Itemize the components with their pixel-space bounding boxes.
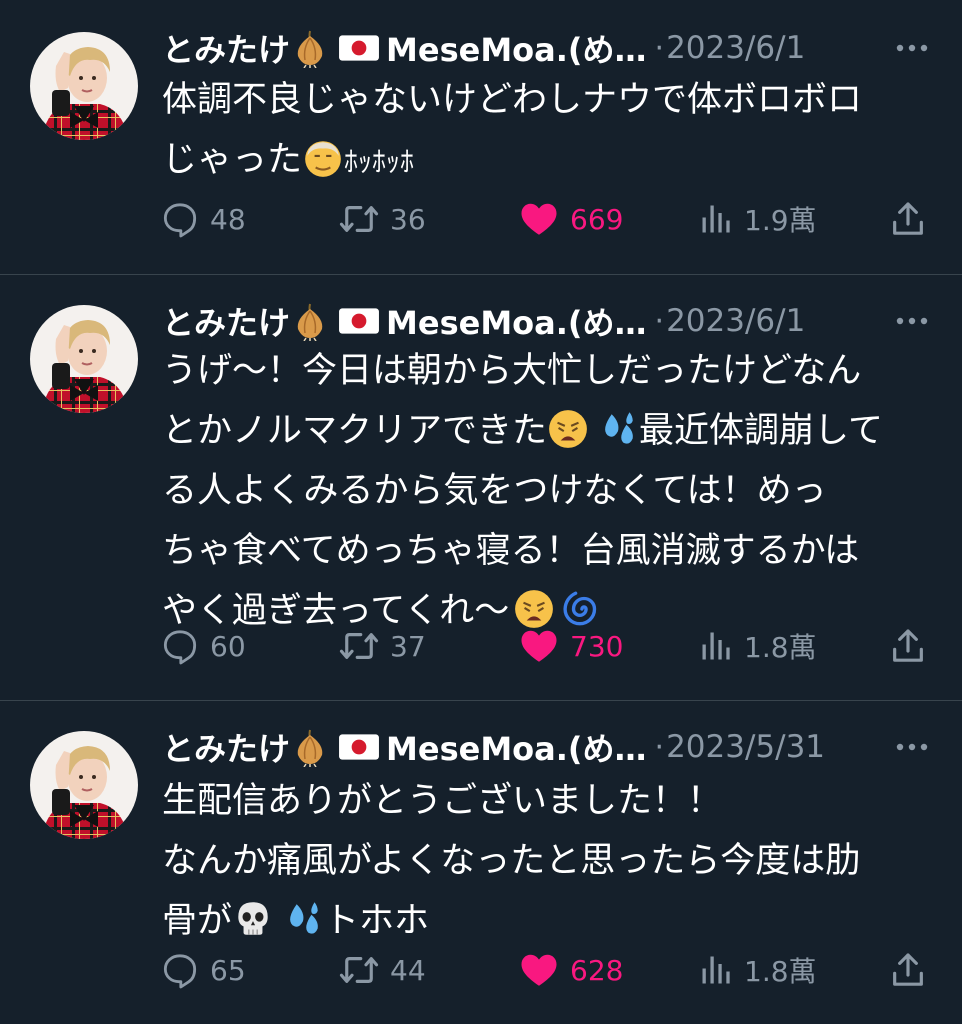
tweet-text-line: じゃった ﾎｯﾎｯﾎ bbox=[162, 130, 932, 192]
tweet-actions: 65 44 628 1.8萬 bbox=[160, 945, 932, 995]
tweet[interactable]: とみたけ MeseMoa.(め… · 2023/5/31 生配信ありがとうござい… bbox=[0, 701, 962, 1024]
tweet-text-segment: トホホ bbox=[324, 901, 430, 941]
retweet-button[interactable]: 36 bbox=[338, 194, 426, 244]
author-display-name[interactable]: とみたけ bbox=[162, 298, 290, 344]
author-name-suffix[interactable]: MeseMoa.(め… bbox=[386, 298, 647, 344]
tweet-text-line: とかノルマクリアできた 最近体調崩して bbox=[162, 401, 932, 461]
view-count: 1.9萬 bbox=[744, 204, 817, 237]
heart-icon bbox=[518, 198, 560, 240]
reply-count: 48 bbox=[210, 202, 246, 236]
share-button[interactable] bbox=[888, 945, 928, 995]
onion-emoji bbox=[290, 727, 330, 767]
tweet[interactable]: とみたけ MeseMoa.(め… · 2023/6/1 うげ～！今日は朝から大忙… bbox=[0, 275, 962, 701]
author-name-suffix[interactable]: MeseMoa.(め… bbox=[386, 724, 647, 770]
separator-dot: · bbox=[654, 30, 665, 66]
reply-count: 60 bbox=[210, 629, 246, 663]
like-count: 730 bbox=[570, 629, 624, 663]
timeline-feed: とみたけ MeseMoa.(め… · 2023/6/1 体調不良じゃないけどわし… bbox=[0, 0, 962, 1024]
japan-flag-emoji bbox=[338, 731, 380, 763]
author-display-name[interactable]: とみたけ bbox=[162, 25, 290, 71]
views-chart-icon bbox=[698, 952, 734, 988]
views-button[interactable]: 1.9萬 bbox=[698, 194, 817, 244]
avatar[interactable] bbox=[30, 731, 138, 839]
retweet-button[interactable]: 44 bbox=[338, 945, 426, 995]
tweet-date[interactable]: 2023/6/1 bbox=[666, 303, 805, 339]
like-button[interactable]: 628 bbox=[518, 945, 623, 995]
tweet-text-line: なんか痛風がよくなったと思ったら今度は肋 bbox=[162, 841, 861, 881]
tweet-text-line: うげ～！今日は朝から大忙しだったけどなん bbox=[162, 351, 862, 391]
share-button[interactable] bbox=[888, 621, 928, 671]
heart-icon bbox=[518, 625, 560, 667]
more-options-icon[interactable] bbox=[892, 729, 932, 765]
share-button[interactable] bbox=[888, 194, 928, 244]
like-button[interactable]: 730 bbox=[518, 621, 623, 671]
retweet-count: 37 bbox=[390, 629, 426, 663]
tweet-date[interactable]: 2023/6/1 bbox=[666, 30, 805, 66]
tweet-text-line: 体調不良じゃないけどわしナウで体ボロボロ bbox=[162, 80, 863, 120]
japan-flag-emoji bbox=[338, 305, 380, 337]
author-name-suffix[interactable]: MeseMoa.(め… bbox=[386, 25, 647, 71]
like-count: 669 bbox=[570, 202, 624, 236]
view-count: 1.8萬 bbox=[744, 631, 817, 664]
author-display-name[interactable]: とみたけ bbox=[162, 724, 290, 770]
separator-dot: · bbox=[654, 729, 665, 765]
tweet-actions: 48 36 669 1.9萬 bbox=[160, 194, 932, 244]
tweet-text-segment: 骨が bbox=[162, 901, 233, 941]
reply-icon bbox=[160, 950, 200, 990]
tweet-text-segment: 最近体調崩して bbox=[639, 411, 883, 451]
more-options-icon[interactable] bbox=[892, 303, 932, 339]
heart-icon bbox=[518, 949, 560, 991]
reply-icon bbox=[160, 199, 200, 239]
like-button[interactable]: 669 bbox=[518, 194, 623, 244]
tweet-text-line: る人よくみるから気をつけなくては！めっ bbox=[162, 471, 827, 511]
sweat-droplets-emoji bbox=[597, 408, 639, 450]
old-man-emoji bbox=[302, 137, 344, 179]
like-count: 628 bbox=[570, 953, 624, 987]
view-count: 1.8萬 bbox=[744, 955, 817, 988]
retweet-icon bbox=[338, 198, 380, 240]
views-chart-icon bbox=[698, 201, 734, 237]
retweet-count: 36 bbox=[390, 202, 426, 236]
retweet-icon bbox=[338, 625, 380, 667]
onion-emoji bbox=[290, 301, 330, 341]
share-icon bbox=[888, 626, 928, 666]
reply-count: 65 bbox=[210, 953, 246, 987]
tweet-text: 体調不良じゃないけどわしナウで体ボロボロ じゃった ﾎｯﾎｯﾎ bbox=[162, 70, 932, 192]
tweet-actions: 60 37 730 1.8萬 bbox=[160, 621, 932, 671]
tweet-text-line: 骨が トホホ bbox=[162, 891, 932, 951]
tweet-date[interactable]: 2023/5/31 bbox=[666, 729, 825, 765]
tweet-header: とみたけ MeseMoa.(め… · 2023/6/1 bbox=[162, 24, 938, 72]
weary-face-emoji bbox=[547, 408, 589, 450]
reply-button[interactable]: 48 bbox=[160, 194, 246, 244]
japan-flag-emoji bbox=[338, 32, 380, 64]
tweet-text: うげ～！今日は朝から大忙しだったけどなん とかノルマクリアできた 最近体調崩して … bbox=[162, 341, 932, 641]
share-icon bbox=[888, 950, 928, 990]
skull-emoji bbox=[232, 898, 274, 940]
tweet-text-segment: ﾎｯﾎｯﾎ bbox=[344, 145, 415, 178]
retweet-count: 44 bbox=[390, 953, 426, 987]
tweet-text-line: 生配信ありがとうございました！！ bbox=[162, 781, 723, 821]
reply-button[interactable]: 65 bbox=[160, 945, 246, 995]
retweet-button[interactable]: 37 bbox=[338, 621, 426, 671]
views-button[interactable]: 1.8萬 bbox=[698, 621, 817, 671]
reply-icon bbox=[160, 626, 200, 666]
share-icon bbox=[888, 199, 928, 239]
views-chart-icon bbox=[698, 628, 734, 664]
tweet[interactable]: とみたけ MeseMoa.(め… · 2023/6/1 体調不良じゃないけどわし… bbox=[0, 0, 962, 275]
onion-emoji bbox=[290, 28, 330, 68]
more-options-icon[interactable] bbox=[892, 30, 932, 66]
tweet-text-line: ちゃ食べてめっちゃ寝る！台風消滅するかは bbox=[162, 531, 860, 571]
avatar[interactable] bbox=[30, 305, 138, 413]
tweet-header: とみたけ MeseMoa.(め… · 2023/6/1 bbox=[162, 297, 938, 345]
sweat-droplets-emoji bbox=[282, 898, 324, 940]
tweet-text-segment: じゃった bbox=[162, 140, 303, 180]
views-button[interactable]: 1.8萬 bbox=[698, 945, 817, 995]
separator-dot: · bbox=[654, 303, 665, 339]
tweet-text: 生配信ありがとうございました！！ なんか痛風がよくなったと思ったら今度は肋 骨が… bbox=[162, 771, 932, 951]
reply-button[interactable]: 60 bbox=[160, 621, 246, 671]
tweet-text-segment: とかノルマクリアできた bbox=[162, 411, 548, 451]
avatar[interactable] bbox=[30, 32, 138, 140]
tweet-header: とみたけ MeseMoa.(め… · 2023/5/31 bbox=[162, 723, 938, 771]
retweet-icon bbox=[338, 949, 380, 991]
